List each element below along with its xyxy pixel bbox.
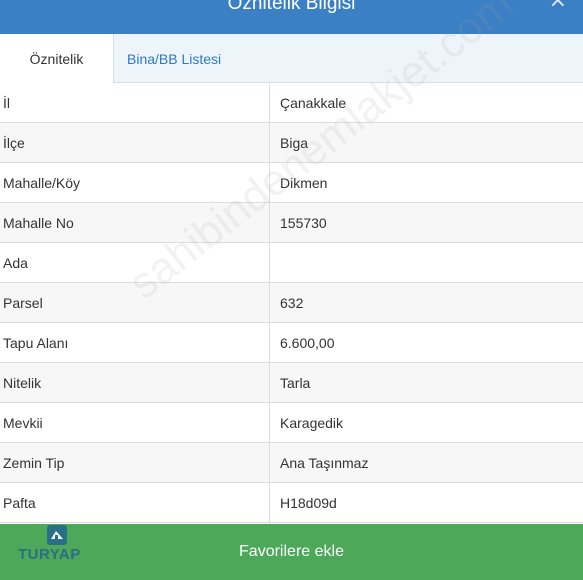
attribute-key: Mahalle/Köy xyxy=(0,162,270,203)
attribute-table: İl Çanakkale İlçe Biga Mahalle/Köy Dikme… xyxy=(0,83,583,523)
attribute-key: Nitelik xyxy=(0,362,270,403)
table-row: Tapu Alanı 6.600,00 xyxy=(0,322,583,363)
attribute-value: Ana Taşınmaz xyxy=(269,442,583,483)
attribute-key: Ada xyxy=(0,242,270,283)
attribute-key: Pafta xyxy=(0,482,270,523)
table-row: Mevkii Karagedik xyxy=(0,402,583,443)
table-row: İlçe Biga xyxy=(0,122,583,163)
attribute-key: Mevkii xyxy=(0,402,270,443)
attribute-value: Biga xyxy=(269,122,583,163)
attribute-key: Mahalle No xyxy=(0,202,270,243)
table-row: Parsel 632 xyxy=(0,282,583,323)
page-title: Öznitelik Bilgisi xyxy=(227,0,356,14)
tab-attribute-info[interactable]: Öznitelik Bilgisi xyxy=(0,34,114,117)
attribute-value: 155730 xyxy=(269,202,583,243)
attribute-key: İlçe xyxy=(0,122,270,163)
add-to-favorites-button[interactable]: Favorilere ekle xyxy=(0,524,583,580)
header-bar: Öznitelik Bilgisi × xyxy=(0,0,583,34)
close-icon[interactable]: × xyxy=(549,0,567,12)
table-row: Zemin Tip Ana Taşınmaz xyxy=(0,442,583,483)
footer-bar: Favorilere ekle xyxy=(0,524,583,580)
attribute-value: 6.600,00 xyxy=(269,322,583,363)
attribute-info-panel: Öznitelik Bilgisi × Öznitelik Bilgisi Bi… xyxy=(0,0,583,580)
attribute-key: Zemin Tip xyxy=(0,442,270,483)
table-row: Ada xyxy=(0,242,583,283)
attribute-value: H18d09d xyxy=(269,482,583,523)
table-row: Nitelik Tarla xyxy=(0,362,583,403)
attribute-value: Çanakkale xyxy=(269,83,583,123)
attribute-value: Tarla xyxy=(269,362,583,403)
table-row: Pafta H18d09d xyxy=(0,482,583,523)
attribute-value: Karagedik xyxy=(269,402,583,443)
tab-building-list[interactable]: Bina/BB Listesi xyxy=(117,34,231,82)
attribute-value: 632 xyxy=(269,282,583,323)
attribute-value: Dikmen xyxy=(269,162,583,203)
attribute-key: İl xyxy=(0,83,270,123)
table-row: İl Çanakkale xyxy=(0,83,583,123)
attribute-value xyxy=(269,242,583,283)
table-row: Mahalle No 155730 xyxy=(0,202,583,243)
tab-bar: Öznitelik Bilgisi Bina/BB Listesi xyxy=(0,34,583,117)
attribute-key: Parsel xyxy=(0,282,270,323)
attribute-key: Tapu Alanı xyxy=(0,322,270,363)
table-row: Mahalle/Köy Dikmen xyxy=(0,162,583,203)
